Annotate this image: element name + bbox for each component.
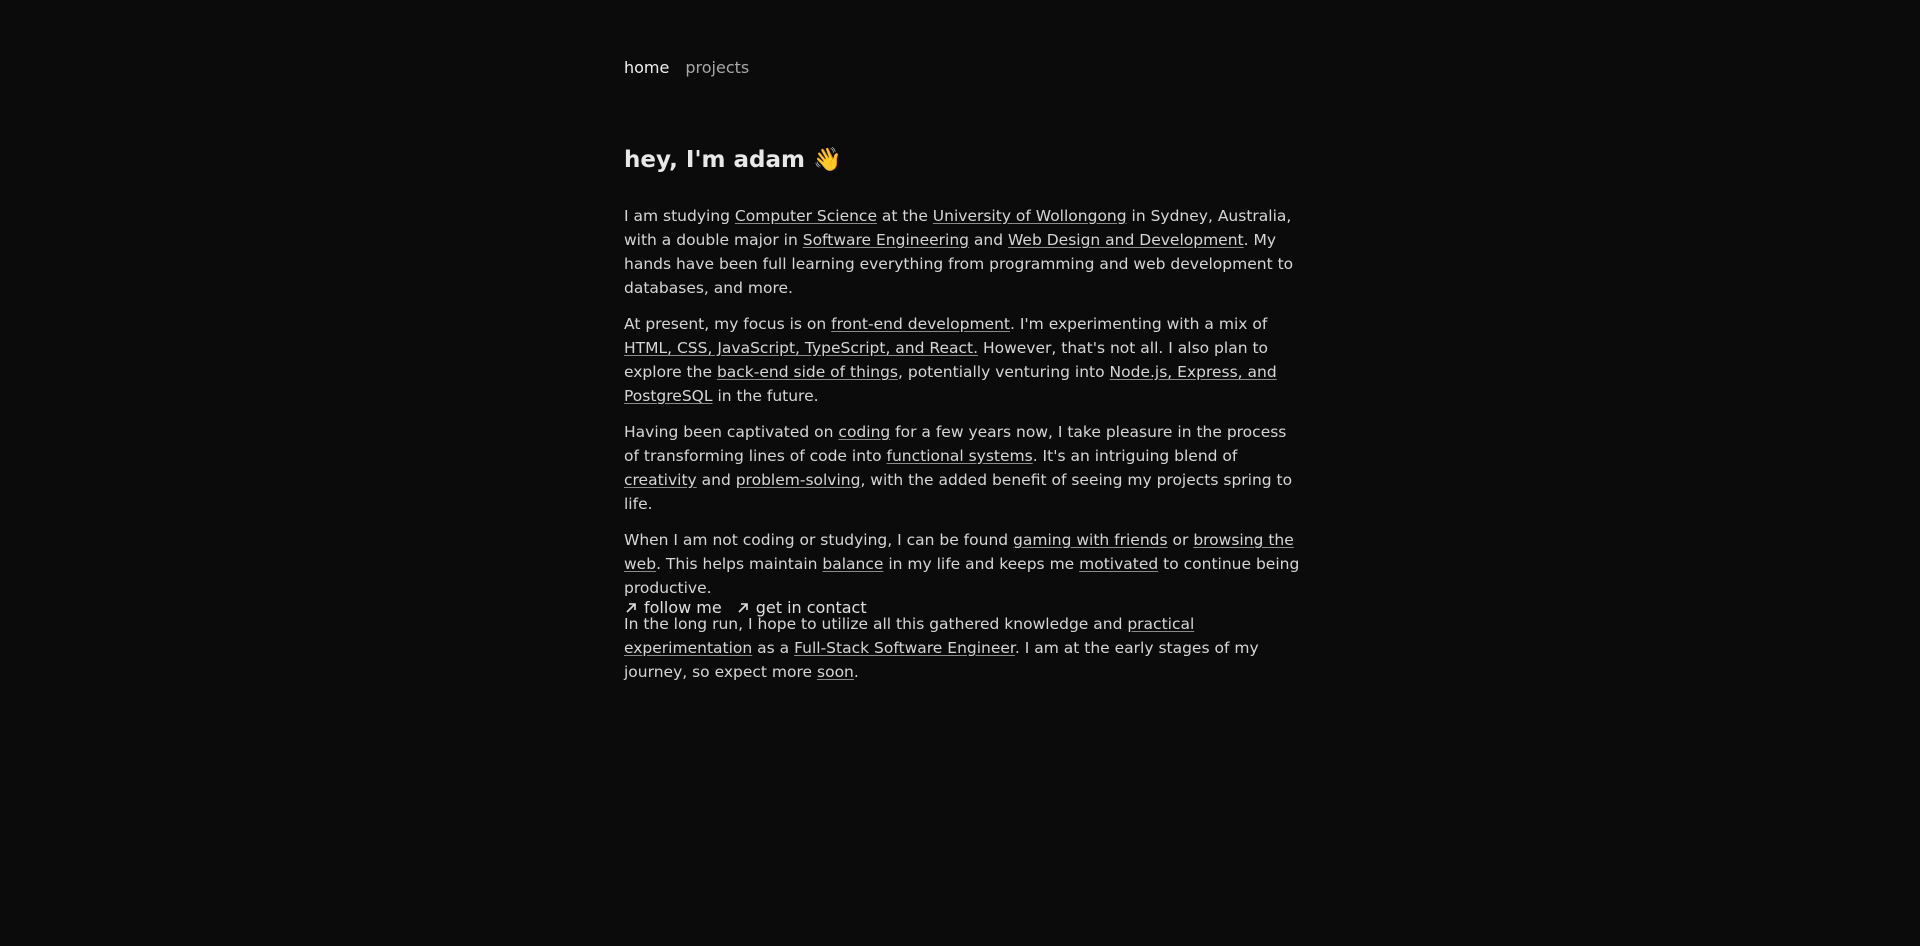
get-in-contact-link[interactable]: get in contact [736,598,867,617]
text: I am studying [624,207,735,225]
functional-systems-link[interactable]: functional systems [887,447,1033,465]
text: and [969,231,1009,249]
balance-link[interactable]: balance [822,555,883,573]
text: and [696,471,736,489]
front-end-link[interactable]: front-end development [831,315,1010,333]
bio-paragraph-2: At present, my focus is on front-end dev… [624,312,1304,408]
text: . It's an intriguing blend of [1032,447,1238,465]
page-title: hey, I'm adam 👋 [624,146,842,173]
text: at the [877,207,933,225]
soon-link[interactable]: soon [817,663,854,681]
motivated-link[interactable]: motivated [1079,555,1158,573]
text: . This helps maintain [656,555,823,573]
back-end-link[interactable]: back-end side of things [717,363,898,381]
bio-paragraph-5: In the long run, I hope to utilize all t… [624,612,1304,684]
arrow-up-right-icon [626,602,636,613]
full-stack-link[interactable]: Full-Stack Software Engineer [794,639,1015,657]
text: . [853,663,859,681]
arrow-up-right-icon [738,602,748,613]
bio-paragraph-3: Having been captivated on coding for a f… [624,420,1304,516]
text: , potentially venturing into [898,363,1110,381]
coding-link[interactable]: coding [838,423,890,441]
bio-paragraph-4: When I am not coding or studying, I can … [624,528,1304,600]
frontend-stack-link[interactable]: HTML, CSS, JavaScript, TypeScript, and R… [624,339,978,357]
main-nav: home projects [624,58,749,77]
waving-hand-icon: 👋 [812,147,842,173]
text: . I'm experimenting with a mix of [1009,315,1268,333]
text: as a [752,639,795,657]
social-links: follow me get in contact [624,598,867,617]
text: in my life and keeps me [883,555,1080,573]
text: In the long run, I hope to utilize all t… [624,615,1128,633]
computer-science-link[interactable]: Computer Science [735,207,877,225]
bio-paragraph-1: I am studying Computer Science at the Un… [624,204,1304,300]
get-in-contact-label: get in contact [755,598,867,617]
follow-me-link[interactable]: follow me [624,598,722,617]
creativity-link[interactable]: creativity [624,471,697,489]
text: in the future. [712,387,819,405]
text: or [1167,531,1194,549]
university-link[interactable]: University of Wollongong [933,207,1127,225]
text: At present, my focus is on [624,315,832,333]
follow-me-label: follow me [644,598,722,617]
nav-home-link[interactable]: home [624,58,669,77]
software-engineering-link[interactable]: Software Engineering [803,231,969,249]
page-title-text: hey, I'm adam [624,147,805,173]
bio-content: I am studying Computer Science at the Un… [624,204,1304,696]
problem-solving-link[interactable]: problem-solving [736,471,861,489]
text: When I am not coding or studying, I can … [624,531,1014,549]
text: Having been captivated on [624,423,839,441]
nav-projects-link[interactable]: projects [685,58,749,77]
web-design-link[interactable]: Web Design and Development [1008,231,1244,249]
gaming-link[interactable]: gaming with friends [1013,531,1168,549]
